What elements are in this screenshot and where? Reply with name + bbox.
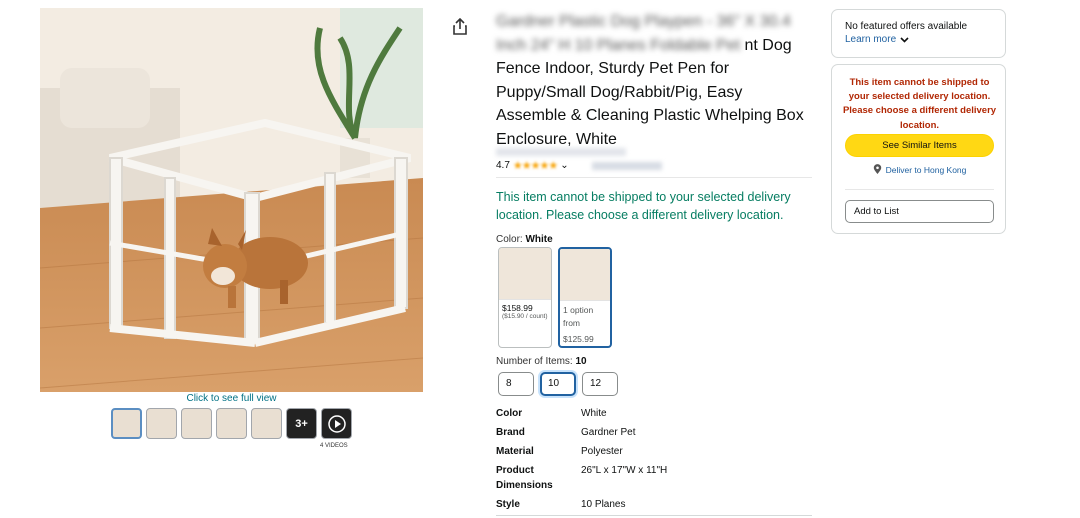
buy-box: This item cannot be shipped to your sele… [831, 64, 1006, 234]
items-option-10[interactable]: 10 [540, 372, 576, 396]
color-label: Color: White [496, 234, 553, 245]
rating-row[interactable]: 4.7 ★★★★★ ⌄ [496, 159, 662, 172]
offers-box: No featured offers available Learn more [831, 9, 1006, 58]
video-thumbnail[interactable] [321, 408, 352, 439]
play-icon [327, 414, 346, 433]
deliver-to-link[interactable]: Deliver to Hong Kong [832, 164, 1007, 175]
title-visible-part-1: nt Dog [744, 36, 792, 54]
thumbnail-more-label: 3+ [295, 417, 308, 430]
spec-row: Brand Gardner Pet [496, 425, 812, 440]
number-of-items-label: Number of Items: 10 [496, 356, 587, 367]
product-title: Gardner Plastic Dog Playpen - 36" X 30.4… [496, 10, 816, 151]
title-blurred-part-2: Inch 24" H 10 Planes Foldable Pet [496, 36, 741, 54]
deliver-to-label: Deliver to Hong Kong [885, 164, 967, 175]
title-blurred-part-1: Gardner Plastic Dog Playpen - 36" X 30.4 [496, 13, 791, 30]
thumbnail-strip: 3+ [111, 408, 352, 439]
product-specs-table: Color White Brand Gardner Pet Material P… [496, 406, 812, 516]
spec-value: White [581, 408, 607, 419]
spec-key: Material [496, 446, 534, 457]
spec-key: Brand [496, 427, 525, 438]
blurred-rating-count [591, 161, 662, 170]
thumbnail-2[interactable] [146, 408, 177, 439]
items-option-8[interactable]: 8 [498, 372, 534, 396]
rating-value: 4.7 [496, 160, 510, 171]
swatch-price: $125.99 [563, 334, 594, 344]
rating-chevron-icon: ⌄ [560, 160, 569, 171]
spec-row: Product Dimensions 26"L x 17"W x 11"H [496, 463, 812, 493]
share-icon[interactable] [452, 18, 468, 36]
spec-key: Product Dimensions [496, 465, 553, 491]
spec-value: 26"L x 17"W x 11"H [581, 465, 668, 476]
color-swatch-1[interactable]: $158.99 ($15.90 / count) [498, 247, 552, 348]
spec-row: Color White [496, 406, 812, 421]
chevron-down-icon [900, 37, 909, 43]
location-pin-icon [873, 164, 881, 174]
learn-more-link[interactable]: Learn more [845, 33, 992, 47]
see-similar-items-button[interactable]: See Similar Items [845, 134, 994, 157]
star-rating-icon: ★★★★★ [512, 160, 558, 172]
items-option-12[interactable]: 12 [582, 372, 618, 396]
blurred-brand-link [496, 148, 626, 156]
shipping-warning: This item cannot be shipped to your sele… [842, 77, 997, 131]
spec-key: Color [496, 408, 523, 419]
thumbnail-more[interactable]: 3+ [286, 408, 317, 439]
swatch-image [560, 249, 610, 301]
spec-row: Style 10 Planes [496, 497, 812, 512]
swatch-price: $158.99 [502, 303, 533, 313]
spec-key: Style [496, 499, 520, 510]
thumbnail-4[interactable] [216, 408, 247, 439]
thumbnail-1[interactable] [111, 408, 142, 439]
color-label-text: Color: [496, 234, 523, 245]
swatch-image [499, 248, 551, 300]
divider [845, 189, 994, 190]
color-selected: White [525, 234, 553, 245]
main-product-image[interactable] [40, 8, 423, 392]
spec-row: Material Polyester [496, 444, 812, 459]
spec-value: Polyester [581, 446, 623, 457]
thumbnail-3[interactable] [181, 408, 212, 439]
swatch-option-text: 1 option from [563, 305, 594, 328]
shipping-message: This item cannot be shipped to your sele… [496, 190, 791, 222]
number-of-items-label-text: Number of Items: [496, 356, 573, 367]
add-to-list-button[interactable]: Add to List [845, 200, 994, 223]
swatch-unit-price: ($15.90 / count) [502, 313, 548, 320]
number-of-items-selected: 10 [575, 356, 587, 367]
videos-caption: 4 VIDEOS [320, 443, 348, 449]
divider [496, 515, 812, 516]
no-offers-text: No featured offers available [845, 21, 968, 32]
spec-value: 10 Planes [581, 499, 626, 510]
spec-value: Gardner Pet [581, 427, 636, 438]
learn-more-label: Learn more [845, 34, 897, 45]
divider [496, 177, 812, 178]
color-swatch-2[interactable]: 1 option from $125.99 [558, 247, 612, 348]
thumbnail-5[interactable] [251, 408, 282, 439]
full-view-link[interactable]: Click to see full view [40, 393, 423, 404]
title-visible-part-2: Fence Indoor, Sturdy Pet Pen for Puppy/S… [496, 60, 804, 148]
